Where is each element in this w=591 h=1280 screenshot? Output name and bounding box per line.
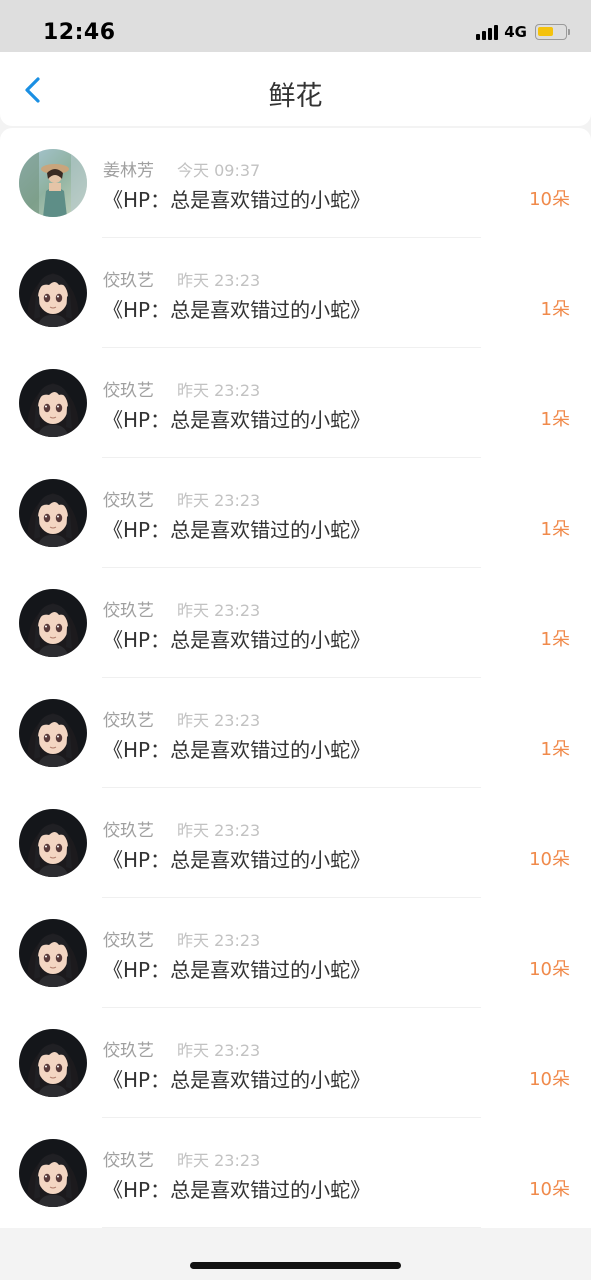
list-item[interactable]: 佼玖艺 昨天 23:23 《HP：总是喜欢错过的小蛇》 1朵	[0, 238, 591, 348]
list-item[interactable]: 姜林芳 今天 09:37 《HP：总是喜欢错过的小蛇》 10朵	[0, 128, 591, 238]
photo-avatar-icon	[19, 149, 87, 217]
timestamp: 昨天 23:23	[177, 711, 261, 730]
timestamp: 昨天 23:23	[177, 271, 261, 290]
user-name[interactable]: 佼玖艺	[103, 816, 154, 841]
flower-count: 1朵	[540, 519, 570, 540]
navigation-bar: 鲜花	[0, 52, 591, 126]
battery-level	[538, 27, 553, 36]
book-title[interactable]: 《HP：总是喜欢错过的小蛇》	[103, 1064, 370, 1093]
anime-girl-avatar-icon	[19, 369, 87, 437]
battery-icon	[535, 24, 570, 40]
anime-girl-avatar-icon	[19, 1139, 87, 1207]
list-item[interactable]: 佼玖艺 昨天 23:23 《HP：总是喜欢错过的小蛇》 10朵	[0, 788, 591, 898]
flower-count: 1朵	[540, 629, 570, 650]
list-item[interactable]: 佼玖艺 昨天 23:23 《HP：总是喜欢错过的小蛇》 10朵	[0, 898, 591, 1008]
anime-girl-avatar-icon	[19, 1029, 87, 1097]
avatar[interactable]	[19, 369, 87, 437]
status-bar: 12:46 4G	[0, 0, 591, 52]
user-name[interactable]: 佼玖艺	[103, 266, 154, 291]
flower-count: 1朵	[540, 739, 570, 760]
status-indicators: 4G	[476, 23, 570, 41]
book-title[interactable]: 《HP：总是喜欢错过的小蛇》	[103, 184, 370, 213]
timestamp: 昨天 23:23	[177, 1151, 261, 1170]
book-title[interactable]: 《HP：总是喜欢错过的小蛇》	[103, 1174, 370, 1203]
flower-count: 10朵	[529, 1179, 570, 1200]
avatar[interactable]	[19, 1139, 87, 1207]
book-title[interactable]: 《HP：总是喜欢错过的小蛇》	[103, 734, 370, 763]
list-item[interactable]: 佼玖艺 昨天 23:23 《HP：总是喜欢错过的小蛇》 1朵	[0, 568, 591, 678]
user-name[interactable]: 佼玖艺	[103, 376, 154, 401]
anime-girl-avatar-icon	[19, 919, 87, 987]
book-title[interactable]: 《HP：总是喜欢错过的小蛇》	[103, 404, 370, 433]
user-name[interactable]: 佼玖艺	[103, 1036, 154, 1061]
user-name[interactable]: 佼玖艺	[103, 1146, 154, 1171]
flower-count: 10朵	[529, 1069, 570, 1090]
book-title[interactable]: 《HP：总是喜欢错过的小蛇》	[103, 954, 370, 983]
timestamp: 昨天 23:23	[177, 931, 261, 950]
timestamp: 今天 09:37	[177, 161, 261, 180]
list-item[interactable]: 佼玖艺 昨天 23:23 《HP：总是喜欢错过的小蛇》 10朵	[0, 1008, 591, 1118]
timestamp: 昨天 23:23	[177, 491, 261, 510]
user-name[interactable]: 佼玖艺	[103, 926, 154, 951]
avatar[interactable]	[19, 589, 87, 657]
avatar[interactable]	[19, 259, 87, 327]
anime-girl-avatar-icon	[19, 809, 87, 877]
page-title: 鲜花	[268, 81, 323, 112]
list-item[interactable]: 佼玖艺 昨天 23:23 《HP：总是喜欢错过的小蛇》 10朵	[0, 1118, 591, 1228]
flower-count: 10朵	[529, 189, 570, 210]
bottom-area	[0, 1228, 591, 1280]
anime-girl-avatar-icon	[19, 699, 87, 767]
anime-girl-avatar-icon	[19, 589, 87, 657]
list-item[interactable]: 佼玖艺 昨天 23:23 《HP：总是喜欢错过的小蛇》 1朵	[0, 678, 591, 788]
home-indicator[interactable]	[190, 1262, 401, 1269]
avatar[interactable]	[19, 699, 87, 767]
book-title[interactable]: 《HP：总是喜欢错过的小蛇》	[103, 294, 370, 323]
flower-count: 1朵	[540, 299, 570, 320]
avatar[interactable]	[19, 1029, 87, 1097]
avatar[interactable]	[19, 149, 87, 217]
user-name[interactable]: 佼玖艺	[103, 486, 154, 511]
avatar[interactable]	[19, 479, 87, 547]
anime-girl-avatar-icon	[19, 259, 87, 327]
network-type: 4G	[504, 23, 527, 41]
book-title[interactable]: 《HP：总是喜欢错过的小蛇》	[103, 514, 370, 543]
book-title[interactable]: 《HP：总是喜欢错过的小蛇》	[103, 624, 370, 653]
flower-count: 10朵	[529, 959, 570, 980]
anime-girl-avatar-icon	[19, 479, 87, 547]
user-name[interactable]: 姜林芳	[103, 156, 154, 181]
avatar[interactable]	[19, 919, 87, 987]
timestamp: 昨天 23:23	[177, 821, 261, 840]
flower-count: 1朵	[540, 409, 570, 430]
status-time: 12:46	[43, 20, 116, 45]
flower-list: 姜林芳 今天 09:37 《HP：总是喜欢错过的小蛇》 10朵 佼玖艺 昨天 2…	[0, 128, 591, 1228]
user-name[interactable]: 佼玖艺	[103, 706, 154, 731]
signal-icon	[476, 24, 499, 40]
list-item[interactable]: 佼玖艺 昨天 23:23 《HP：总是喜欢错过的小蛇》 1朵	[0, 348, 591, 458]
avatar[interactable]	[19, 809, 87, 877]
flower-count: 10朵	[529, 849, 570, 870]
book-title[interactable]: 《HP：总是喜欢错过的小蛇》	[103, 844, 370, 873]
timestamp: 昨天 23:23	[177, 601, 261, 620]
list-item[interactable]: 佼玖艺 昨天 23:23 《HP：总是喜欢错过的小蛇》 1朵	[0, 458, 591, 568]
timestamp: 昨天 23:23	[177, 381, 261, 400]
user-name[interactable]: 佼玖艺	[103, 596, 154, 621]
timestamp: 昨天 23:23	[177, 1041, 261, 1060]
